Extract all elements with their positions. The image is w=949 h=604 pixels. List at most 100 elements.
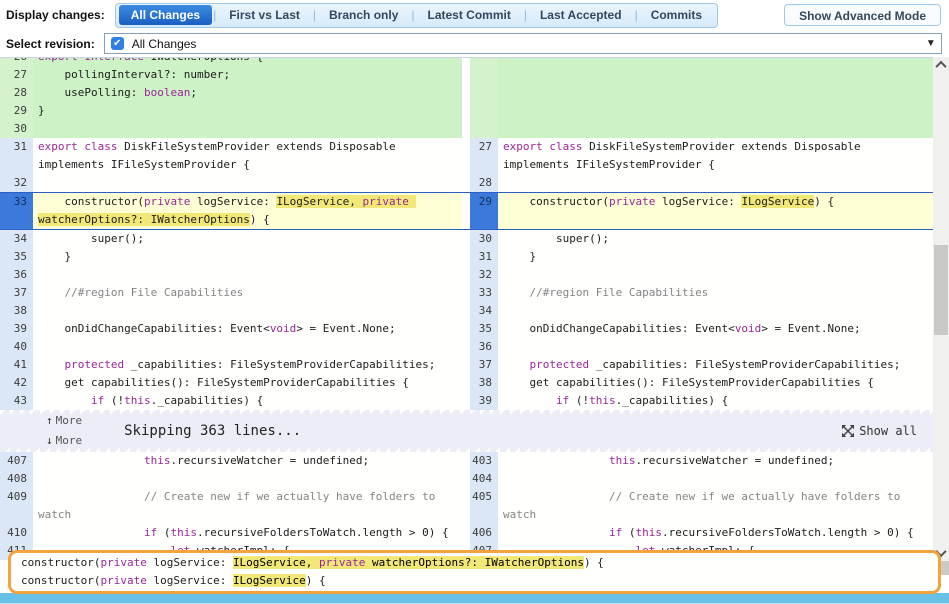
right-code-line[interactable]: if (this.recursiveFoldersToWatch.length … — [498, 524, 933, 542]
left-line-number[interactable]: 32 — [0, 174, 33, 192]
right-line-number[interactable]: 30 — [470, 230, 498, 248]
left-line-number[interactable]: 29 — [0, 102, 33, 120]
left-code-line[interactable]: export class DiskFileSystemProvider exte… — [33, 138, 462, 174]
tab-branch-only[interactable]: Branch only — [317, 5, 410, 25]
left-line-number[interactable]: 36 — [0, 266, 33, 284]
right-code-line[interactable]: super(); — [498, 230, 933, 248]
diff-row[interactable]: 29} — [0, 102, 933, 120]
diff-row[interactable]: 408 404 — [0, 470, 933, 488]
left-code-line[interactable]: //#region File Capabilities — [33, 284, 462, 302]
revision-dropdown[interactable]: ✔ All Changes ▼ — [104, 33, 942, 54]
horizontal-scrollbar-thumb[interactable] — [0, 593, 949, 603]
right-code-line[interactable] — [498, 58, 933, 66]
diff-row[interactable]: 407 this.recursiveWatcher = undefined;40… — [0, 452, 933, 470]
diff-row[interactable]: 36 32 — [0, 266, 933, 284]
right-line-number[interactable] — [470, 120, 498, 138]
right-code-line[interactable]: if (!this._capabilities) { — [498, 392, 933, 410]
left-line-number[interactable]: 31 — [0, 138, 33, 174]
left-line-number[interactable]: 410 — [0, 524, 33, 542]
left-line-number[interactable]: 408 — [0, 470, 33, 488]
tab-all-changes[interactable]: All Changes — [119, 5, 212, 25]
right-line-number[interactable]: 27 — [470, 138, 498, 174]
right-line-number[interactable]: 37 — [470, 356, 498, 374]
left-line-number[interactable]: 39 — [0, 320, 33, 338]
right-line-number[interactable]: 404 — [470, 470, 498, 488]
diff-row[interactable]: 40 36 — [0, 338, 933, 356]
right-code-line[interactable]: constructor(private logService: ILogServ… — [498, 193, 933, 229]
more-down-button[interactable]: ↓ More — [46, 432, 82, 450]
left-code-line[interactable]: protected _capabilities: FileSystemProvi… — [33, 356, 462, 374]
diff-row[interactable]: 3834 — [0, 302, 933, 320]
left-line-number[interactable]: 26 — [0, 58, 33, 66]
vertical-scrollbar[interactable] — [933, 57, 949, 561]
tab-first-vs-last[interactable]: First vs Last — [217, 5, 312, 25]
show-advanced-mode-button[interactable]: Show Advanced Mode — [784, 4, 941, 26]
right-line-number[interactable]: 406 — [470, 524, 498, 542]
right-line-number[interactable]: 39 — [470, 392, 498, 410]
diff-row[interactable]: 26export interface IWatcherOptions { — [0, 58, 933, 66]
left-line-number[interactable]: 28 — [0, 84, 33, 102]
left-code-line[interactable] — [33, 266, 462, 284]
vertical-scrollbar-thumb[interactable] — [934, 245, 948, 335]
left-code-line[interactable]: super(); — [33, 230, 462, 248]
diff-row[interactable]: 41 protected _capabilities: FileSystemPr… — [0, 356, 933, 374]
right-line-number[interactable] — [470, 84, 498, 102]
diff-row[interactable]: 43 if (!this._capabilities) {39 if (!thi… — [0, 392, 933, 410]
right-line-number[interactable]: 38 — [470, 374, 498, 392]
tab-last-accepted[interactable]: Last Accepted — [528, 5, 634, 25]
right-line-number[interactable]: 403 — [470, 452, 498, 470]
left-code-line[interactable]: export interface IWatcherOptions { — [33, 58, 462, 66]
left-line-number[interactable]: 30 — [0, 120, 33, 138]
diff-row[interactable]: 35 }31 } — [0, 248, 933, 266]
right-code-line[interactable] — [498, 84, 933, 102]
right-code-line[interactable] — [498, 66, 933, 84]
left-code-line[interactable]: // Create new if we actually have folder… — [33, 488, 462, 524]
diff-row[interactable]: 37 //#region File Capabilities33 //#regi… — [0, 284, 933, 302]
diff-row[interactable]: 28 usePolling: boolean; — [0, 84, 933, 102]
left-code-line[interactable] — [33, 174, 462, 192]
tab-latest-commit[interactable]: Latest Commit — [416, 5, 523, 25]
right-code-line[interactable]: onDidChangeCapabilities: Event<void> = E… — [498, 320, 933, 338]
left-code-line[interactable] — [33, 470, 462, 488]
checkbox-checked-icon[interactable]: ✔ — [111, 37, 124, 50]
left-line-number[interactable]: 40 — [0, 338, 33, 356]
left-line-number[interactable]: 42 — [0, 374, 33, 392]
left-code-line[interactable]: constructor(private logService: ILogServ… — [33, 193, 462, 229]
diff-row[interactable]: 410 if (this.recursiveFoldersToWatch.len… — [0, 524, 933, 542]
right-line-number[interactable]: 32 — [470, 266, 498, 284]
left-code-line[interactable] — [33, 338, 462, 356]
right-code-line[interactable] — [498, 120, 933, 138]
left-line-number[interactable]: 34 — [0, 230, 33, 248]
right-line-number[interactable] — [470, 66, 498, 84]
right-code-line[interactable] — [498, 470, 933, 488]
left-code-line[interactable]: if (this.recursiveFoldersToWatch.length … — [33, 524, 462, 542]
left-code-line[interactable]: get capabilities(): FileSystemProviderCa… — [33, 374, 462, 392]
right-line-number[interactable]: 33 — [470, 284, 498, 302]
diff-row[interactable]: 42 get capabilities(): FileSystemProvide… — [0, 374, 933, 392]
right-code-line[interactable]: this.recursiveWatcher = undefined; — [498, 452, 933, 470]
right-line-number[interactable]: 36 — [470, 338, 498, 356]
show-all-button[interactable]: Show all — [842, 422, 917, 440]
left-line-number[interactable]: 27 — [0, 66, 33, 84]
left-line-number[interactable]: 43 — [0, 392, 33, 410]
dropdown-arrow-icon[interactable]: ▼ — [926, 38, 936, 49]
left-code-line[interactable]: if (!this._capabilities) { — [33, 392, 462, 410]
left-line-number[interactable]: 35 — [0, 248, 33, 266]
right-code-line[interactable] — [498, 302, 933, 320]
right-code-line[interactable]: get capabilities(): FileSystemProviderCa… — [498, 374, 933, 392]
diff-row[interactable]: 409 // Create new if we actually have fo… — [0, 488, 933, 524]
left-code-line[interactable] — [33, 302, 462, 320]
right-line-number[interactable]: 31 — [470, 248, 498, 266]
right-line-number[interactable]: 28 — [470, 174, 498, 192]
diff-row[interactable]: 31export class DiskFileSystemProvider ex… — [0, 138, 933, 174]
left-line-number[interactable]: 37 — [0, 284, 33, 302]
left-code-line[interactable] — [33, 120, 462, 138]
left-code-line[interactable]: onDidChangeCapabilities: Event<void> = E… — [33, 320, 462, 338]
right-code-line[interactable] — [498, 338, 933, 356]
diff-row[interactable]: 30 — [0, 120, 933, 138]
left-line-number[interactable]: 407 — [0, 452, 33, 470]
left-code-line[interactable]: usePolling: boolean; — [33, 84, 462, 102]
diff-row[interactable]: 32 28 — [0, 174, 933, 192]
diff-row[interactable]: 33 constructor(private logService: ILogS… — [0, 192, 933, 230]
right-code-line[interactable]: // Create new if we actually have folder… — [498, 488, 933, 524]
